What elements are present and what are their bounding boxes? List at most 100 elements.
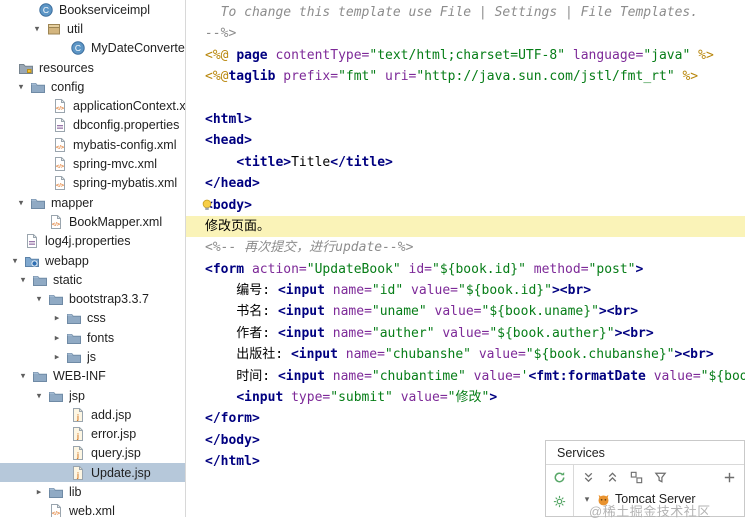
chevron-expanded-icon[interactable]: ▾ [33, 294, 45, 305]
code-line-6[interactable]: <html> [186, 109, 745, 130]
code-token: "chubantime" [371, 368, 466, 384]
tree-item-util[interactable]: ▾ util [0, 19, 185, 38]
tree-item-label: spring-mybatis.xml [73, 176, 178, 191]
code-line-1[interactable]: To change this template use File | Setti… [186, 2, 745, 23]
chevron-expanded-icon[interactable]: ▾ [31, 23, 43, 34]
code-line-4[interactable]: <%@taglib prefix="fmt" uri="http://java.… [186, 66, 745, 87]
tree-item-error-jsp[interactable]: j error.jsp [0, 425, 185, 444]
folder-icon [32, 272, 48, 288]
collapse-all-icon[interactable] [605, 470, 620, 485]
tree-item-update-jsp[interactable]: j Update.jsp [0, 463, 185, 483]
svg-text:j: j [76, 414, 79, 421]
tree-item-spring-mvc-xml[interactable]: </> spring-mvc.xml [0, 154, 185, 173]
chevron-expanded-icon[interactable]: ▾ [15, 81, 27, 92]
tree-item-mybatis-config-xml[interactable]: </> mybatis-config.xml [0, 135, 185, 154]
tree-item-query-jsp[interactable]: j query.jsp [0, 444, 185, 463]
code-token: </head> [205, 176, 260, 192]
code-token: "http://java.sun.com/jstl/fmt_rt" [416, 69, 675, 85]
chevron-collapsed-icon[interactable]: ▸ [51, 332, 63, 343]
code-line-10[interactable]: <body> [186, 195, 745, 216]
tree-item-web-inf[interactable]: ▾ WEB-INF [0, 367, 185, 386]
code-token: To change this template use File | Setti… [205, 5, 699, 20]
services-panel-header: Services [546, 441, 744, 465]
tree-item-label: dbconfig.properties [73, 118, 180, 133]
chevron-expanded-icon[interactable]: ▾ [33, 390, 45, 401]
tree-item-fonts[interactable]: ▸ fonts [0, 328, 185, 347]
code-token: value= [434, 304, 482, 320]
code-line-16[interactable]: 作者: <input name="auther" value="${book.a… [186, 323, 745, 344]
tree-item-web-xml[interactable]: </> web.xml [0, 502, 185, 517]
code-line-19[interactable]: <input type="submit" value="修改"> [186, 387, 745, 408]
code-line-9[interactable]: </head> [186, 173, 745, 194]
code-line-2[interactable]: --%> [186, 23, 745, 44]
tree-item-label: log4j.properties [45, 234, 131, 249]
code-line-18[interactable]: 时间: <input name="chubantime" value='<fmt… [186, 366, 745, 387]
tree-item-css[interactable]: ▸ css [0, 309, 185, 328]
chevron-collapsed-icon[interactable]: ▸ [33, 487, 45, 498]
tree-item-jsp[interactable]: ▾ jsp [0, 386, 185, 405]
package-icon [46, 21, 62, 37]
code-line-20[interactable]: </form> [186, 408, 745, 429]
chevron-collapsed-icon[interactable]: ▸ [51, 313, 63, 324]
jsp-file-icon: j [70, 426, 86, 442]
refresh-icon[interactable] [552, 470, 567, 485]
code-token: "${book [700, 368, 745, 384]
tree-item-dbconfig-properties[interactable]: dbconfig.properties [0, 116, 185, 135]
tree-item-config[interactable]: ▾ config [0, 77, 185, 96]
tree-item-applicationcontext-x[interactable]: </> applicationContext.x... [0, 96, 185, 115]
code-line-13[interactable]: <form action="UpdateBook" id="${book.id}… [186, 259, 745, 280]
chevron-expanded-icon[interactable]: ▾ [17, 274, 29, 285]
expand-all-icon[interactable] [581, 470, 596, 485]
code-token: > [635, 261, 644, 277]
code-line-7[interactable]: <head> [186, 130, 745, 151]
chevron-expanded-icon[interactable]: ▾ [17, 371, 29, 382]
code-line-3[interactable]: <%@ page contentType="text/html;charset=… [186, 45, 745, 66]
tree-item-log4j-properties[interactable]: log4j.properties [0, 232, 185, 251]
code-token: <input [290, 347, 346, 363]
code-token: "submit" [330, 390, 393, 406]
code-token: "修改" [447, 390, 490, 406]
svg-text:</>: </> [56, 164, 64, 170]
tree-item-mydateconverter[interactable]: C MyDateConverter [0, 39, 185, 58]
chevron-expanded-icon[interactable]: ▾ [9, 255, 21, 266]
tree-item-add-jsp[interactable]: j add.jsp [0, 405, 185, 424]
tree-item-resources[interactable]: resources [0, 58, 185, 77]
tree-item-js[interactable]: ▸ js [0, 347, 185, 366]
tree-item-bookserviceimpl[interactable]: C Bookserviceimpl [0, 0, 185, 19]
code-token: page [236, 47, 276, 63]
tree-item-label: error.jsp [91, 427, 137, 442]
add-icon[interactable] [722, 470, 737, 485]
tree-item-spring-mybatis-xml[interactable]: </> spring-mybatis.xml [0, 174, 185, 193]
code-line-8[interactable]: <title>Title</title> [186, 152, 745, 173]
tree-item-lib[interactable]: ▸ lib [0, 482, 185, 501]
intention-bulb-icon[interactable] [200, 198, 214, 212]
chevron-expanded-icon[interactable]: ▾ [15, 197, 27, 208]
tree-item-webapp[interactable]: ▾ webapp [0, 251, 185, 270]
class-icon: C [38, 2, 54, 18]
chevron-collapsed-icon[interactable]: ▸ [51, 351, 63, 362]
code-line-11[interactable]: 修改页面。 [186, 215, 745, 238]
code-line-14[interactable]: 编号: <input name="id" value="${book.id}">… [186, 280, 745, 301]
settings-icon[interactable] [552, 494, 567, 509]
code-line-17[interactable]: 出版社: <input name="chubanshe" value="${bo… [186, 344, 745, 365]
code-token: <%@ [205, 69, 229, 85]
code-line-12[interactable]: <%-- 再次提交，进行update--%> [186, 237, 745, 258]
code-token: prefix= [283, 69, 339, 85]
folder-icon [48, 291, 64, 307]
group-by-icon[interactable] [629, 470, 644, 485]
services-title: Services [557, 445, 605, 460]
code-line-5[interactable] [186, 88, 745, 109]
tree-item-bookmapper-xml[interactable]: </> BookMapper.xml [0, 212, 185, 231]
tree-item-bootstrap3-3-7[interactable]: ▾ bootstrap3.3.7 [0, 289, 185, 308]
tree-item-mapper[interactable]: ▾ mapper [0, 193, 185, 212]
properties-file-icon [24, 233, 40, 249]
tree-item-label: resources [39, 60, 94, 75]
tree-item-static[interactable]: ▾ static [0, 270, 185, 289]
filter-icon[interactable] [653, 470, 668, 485]
code-token: <fmt:formatDate [528, 368, 654, 384]
tree-item-label: Bookserviceimpl [59, 2, 151, 17]
code-line-15[interactable]: 书名: <input name="uname" value="${book.un… [186, 301, 745, 322]
